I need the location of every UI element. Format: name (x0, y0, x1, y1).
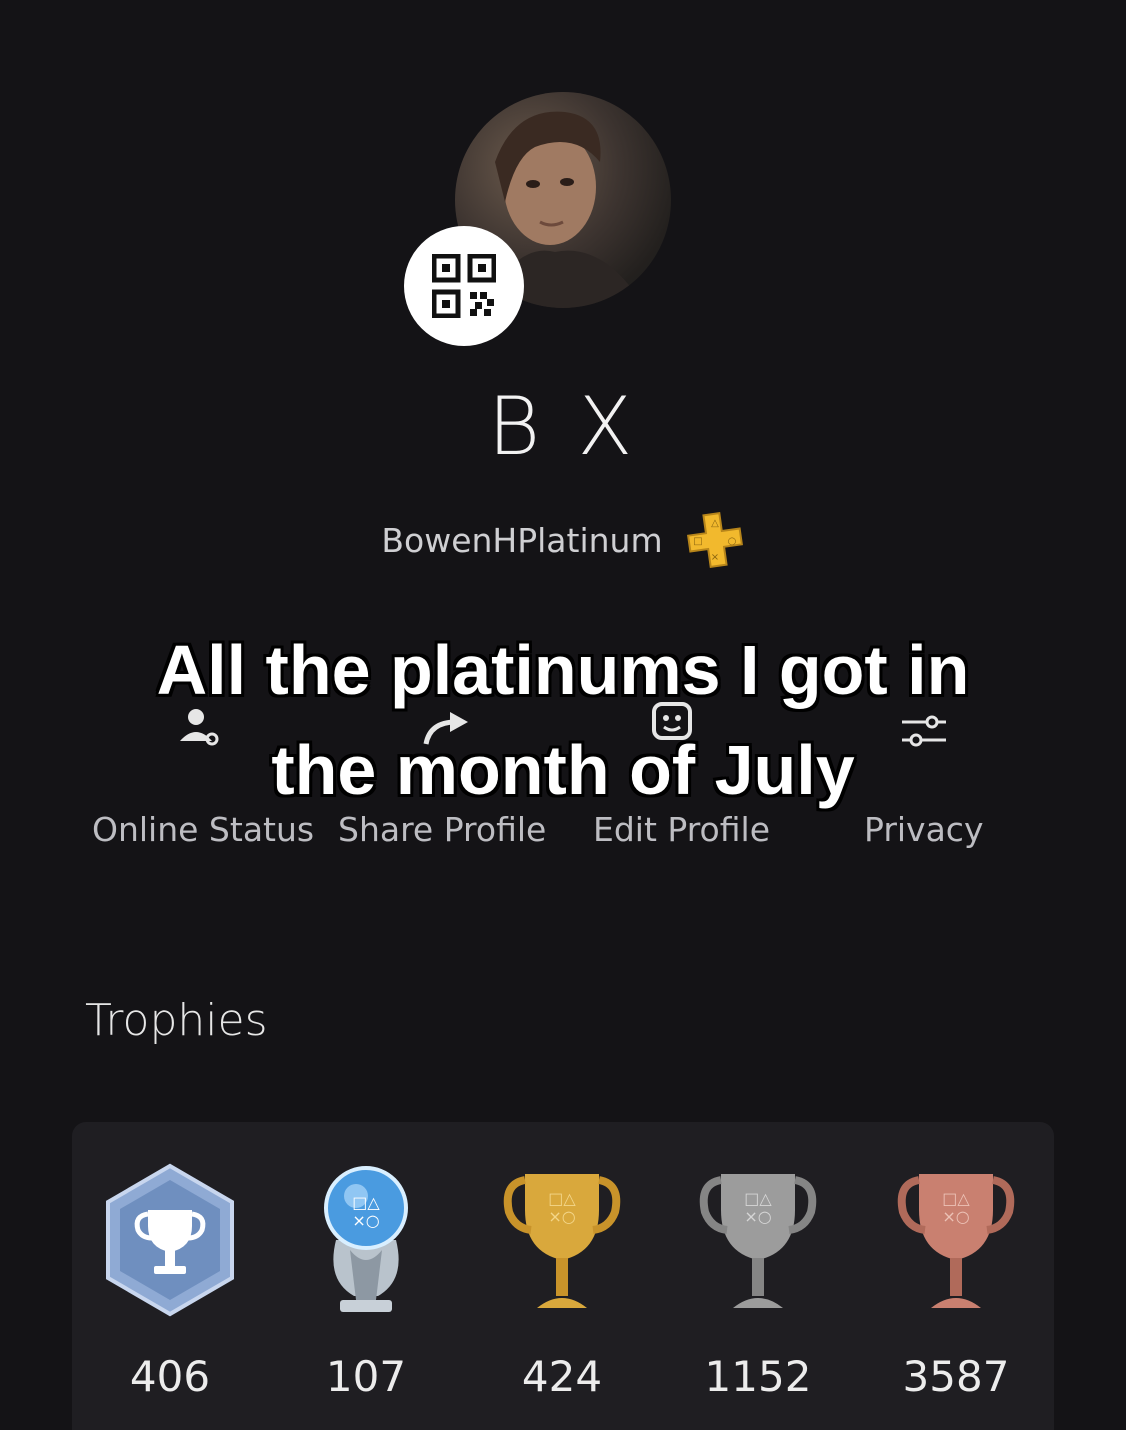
platinum-trophy-icon: □△ ×○ (324, 1166, 408, 1312)
trophy-level-count: 406 (129, 1352, 211, 1401)
svg-text:×: × (710, 552, 718, 563)
video-caption: All the platinums I got in the month of … (0, 620, 1126, 820)
trophy-platinum[interactable]: □△ ×○ (266, 1160, 466, 1320)
svg-text:×○: ×○ (548, 1207, 575, 1226)
svg-text:×○: ×○ (744, 1207, 771, 1226)
trophy-level-icon (106, 1163, 234, 1317)
svg-text:△: △ (711, 518, 719, 529)
bronze-count: 3587 (902, 1352, 1010, 1401)
caption-line-2: the month of July (271, 731, 855, 809)
svg-text:□△: □△ (942, 1189, 970, 1208)
svg-text:×○: ×○ (352, 1211, 379, 1230)
platinum-count: 107 (325, 1352, 407, 1401)
ps-plus-icon: △ ○ □ × (686, 512, 743, 568)
online-id: BowenHPlatinum (381, 520, 663, 560)
svg-text:□△: □△ (744, 1189, 772, 1208)
qr-code-icon (432, 254, 496, 318)
trophies-heading: Trophies (85, 995, 268, 1046)
trophy-gold[interactable]: □△ ×○ (462, 1160, 662, 1320)
caption-line-1: All the platinums I got in (156, 631, 970, 709)
bronze-trophy-icon: □△ ×○ (897, 1174, 1015, 1308)
svg-text:□: □ (693, 536, 702, 547)
trophy-silver[interactable]: □△ ×○ (658, 1160, 858, 1320)
silver-count: 1152 (704, 1352, 812, 1401)
gold-count: 424 (521, 1352, 603, 1401)
svg-text:×○: ×○ (942, 1207, 969, 1226)
trophy-bronze[interactable]: □△ ×○ (856, 1160, 1056, 1320)
display-name: B X (487, 380, 639, 473)
online-id-row: BowenHPlatinum △ ○ □ × (0, 510, 1126, 570)
silver-trophy-icon: □△ ×○ (699, 1174, 817, 1308)
qr-code-button[interactable] (404, 226, 524, 346)
trophy-level[interactable] (70, 1160, 270, 1320)
svg-text:□△: □△ (352, 1193, 380, 1212)
svg-text:□△: □△ (548, 1189, 576, 1208)
gold-trophy-icon: □△ ×○ (503, 1174, 621, 1308)
svg-text:○: ○ (727, 536, 736, 547)
